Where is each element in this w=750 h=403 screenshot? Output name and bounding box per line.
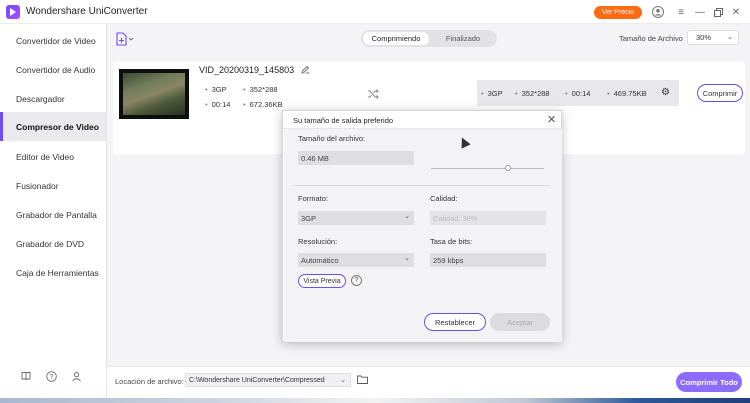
source-size: • 672.36KB bbox=[243, 100, 283, 109]
file-size-select[interactable]: 30% ⌄ bbox=[687, 30, 739, 45]
gear-icon[interactable]: ⚙ bbox=[661, 87, 670, 98]
account-icon[interactable] bbox=[70, 370, 82, 382]
help-icon[interactable]: ? bbox=[45, 370, 57, 382]
compress-button[interactable]: Comprimir bbox=[697, 84, 743, 102]
resolution-select[interactable]: Automático ⌄ bbox=[298, 253, 414, 267]
folder-icon[interactable] bbox=[357, 375, 368, 386]
dialog-title: Su tamaño de salida preferido bbox=[293, 116, 394, 125]
output-duration: • 00:14 bbox=[565, 89, 591, 98]
sidebar-item-dvd-burner[interactable]: Grabador de DVD bbox=[0, 229, 107, 258]
size-slider-handle[interactable] bbox=[504, 165, 511, 171]
output-resolution: • 352*288 bbox=[515, 89, 550, 98]
output-size-dialog: Su tamaño de salida preferido ✕ Tamaño d… bbox=[282, 110, 563, 342]
file-location-select[interactable]: C:\Wondershare UniConverter\Compressed ⌄ bbox=[185, 373, 351, 387]
sidebar-item-screen-recorder[interactable]: Grabador de Pantalla bbox=[0, 200, 107, 229]
file-size-field-label: Tamaño del archivo: bbox=[298, 134, 366, 143]
sidebar-item-video-converter[interactable]: Convertidor de Video bbox=[0, 26, 107, 55]
app-title: Wondershare UniConverter bbox=[26, 6, 148, 17]
close-icon[interactable]: ✕ bbox=[729, 5, 743, 19]
video-thumbnail[interactable] bbox=[119, 69, 189, 119]
footer-bar: Locación de archivo: C:\Wondershare UniC… bbox=[107, 366, 750, 398]
add-file-icon[interactable] bbox=[115, 32, 137, 46]
maximize-icon[interactable] bbox=[711, 5, 725, 19]
bitrate-field[interactable]: 259 kbps bbox=[430, 253, 546, 267]
status-tabs: Comprimiendo Finalizado bbox=[361, 30, 497, 47]
format-select[interactable]: 3GP ⌄ bbox=[298, 211, 414, 225]
app-logo-icon bbox=[6, 4, 20, 19]
dialog-header: Su tamaño de salida preferido ✕ bbox=[283, 111, 563, 129]
format-field-label: Formato: bbox=[298, 194, 329, 203]
book-icon[interactable] bbox=[20, 370, 32, 382]
file-size-label: Tamaño de Archivo bbox=[619, 34, 683, 43]
bitrate-field-label: Tasa de bits: bbox=[430, 237, 473, 246]
output-info-panel: • 3GP • 352*288 • 00:14 • 469.75KB bbox=[477, 80, 679, 106]
file-name: VID_20200319_145803 bbox=[199, 65, 295, 75]
edit-name-icon[interactable] bbox=[301, 65, 310, 76]
quality-field-label: Calidad: bbox=[430, 194, 458, 203]
close-icon[interactable]: ✕ bbox=[547, 113, 556, 126]
reset-button[interactable]: Restablecer bbox=[424, 313, 486, 331]
help-icon[interactable]: ? bbox=[351, 275, 362, 286]
tab-finished[interactable]: Finalizado bbox=[431, 32, 495, 45]
sidebar-item-downloader[interactable]: Descargador bbox=[0, 84, 107, 113]
size-slider[interactable] bbox=[431, 168, 544, 169]
user-icon[interactable] bbox=[651, 5, 665, 19]
chevron-down-icon: ⌄ bbox=[404, 213, 410, 220]
sidebar-item-merger[interactable]: Fusionador bbox=[0, 171, 107, 200]
sidebar: Convertidor de Video Convertidor de Audi… bbox=[0, 24, 107, 398]
taskbar-strip bbox=[0, 398, 750, 403]
file-location-value: C:\Wondershare UniConverter\Compressed bbox=[189, 376, 325, 384]
divider bbox=[294, 185, 550, 186]
file-size-value: 30% bbox=[696, 33, 712, 42]
sidebar-item-video-compressor[interactable]: Compresor de Video bbox=[0, 112, 107, 141]
shuffle-icon bbox=[367, 89, 379, 102]
svg-text:?: ? bbox=[49, 374, 53, 381]
file-size-field[interactable]: 0.46 MB bbox=[298, 151, 414, 165]
output-size: • 469.75KB bbox=[607, 89, 647, 98]
accept-button[interactable]: Aceptar bbox=[490, 313, 550, 331]
chevron-down-icon: ⌄ bbox=[340, 377, 346, 384]
sidebar-item-toolbox[interactable]: Caja de Herramientas bbox=[0, 258, 107, 287]
compress-all-button[interactable]: Comprimir Todo bbox=[676, 372, 742, 392]
source-duration: • 00:14 bbox=[205, 100, 231, 109]
dialog-body: Tamaño del archivo: 0.46 MB Formato: 3GP… bbox=[284, 129, 562, 342]
preview-button[interactable]: Vista Previa bbox=[298, 274, 346, 288]
file-location-label: Locación de archivo: bbox=[115, 377, 184, 386]
view-price-button[interactable]: Ver Precio bbox=[594, 6, 642, 19]
resolution-field-label: Resolución: bbox=[298, 237, 338, 246]
sidebar-item-video-editor[interactable]: Editor de Video bbox=[0, 142, 107, 171]
minimize-icon[interactable]: — bbox=[693, 5, 707, 19]
source-resolution: • 352*288 bbox=[243, 85, 278, 94]
tab-compressing[interactable]: Comprimiendo bbox=[363, 32, 429, 45]
chevron-down-icon: ⌄ bbox=[404, 255, 410, 262]
output-format: • 3GP bbox=[481, 89, 503, 98]
title-bar: Wondershare UniConverter Ver Precio ≡ — … bbox=[0, 0, 750, 24]
chevron-down-icon: ⌄ bbox=[727, 34, 733, 41]
menu-icon[interactable]: ≡ bbox=[674, 5, 688, 19]
source-format: • 3GP bbox=[205, 85, 227, 94]
sidebar-item-audio-converter[interactable]: Convertidor de Audio bbox=[0, 55, 107, 84]
quality-field: Calidad: 38% bbox=[430, 211, 546, 225]
